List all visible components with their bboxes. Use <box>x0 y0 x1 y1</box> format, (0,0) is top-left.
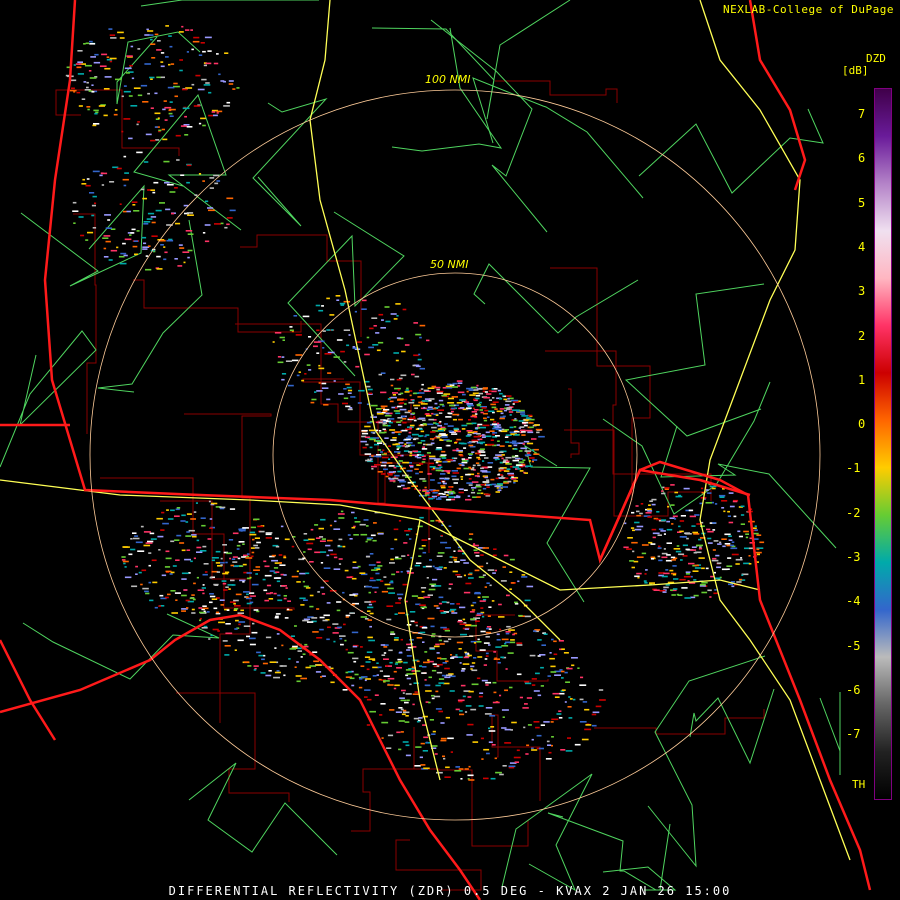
road-line <box>133 94 242 231</box>
range-ring-50 <box>272 272 638 638</box>
county-line <box>475 614 549 682</box>
legend-threshold-label: TH <box>852 778 866 791</box>
range-ring-100-label: 100 NMI <box>425 73 470 86</box>
product-footer: DIFFERENTIAL REFLECTIVITY (ZDR) 0.5 DEG … <box>168 884 732 898</box>
road-line <box>624 283 765 437</box>
road-line <box>391 27 503 152</box>
legend-tick: 4 <box>858 239 866 254</box>
county-line <box>594 709 765 735</box>
color-legend: DZD [dB] 7 6 5 4 3 2 1 0 -1 -2 -3 -4 -5 -6 -7 TH <box>842 52 900 812</box>
range-ring-50-label: 50 NMI <box>430 258 468 271</box>
road-line <box>638 108 824 194</box>
legend-tick: -7 <box>846 727 861 742</box>
legend-tick: 7 <box>858 107 866 121</box>
legend-tick: -5 <box>846 638 861 653</box>
state-borders <box>0 0 872 900</box>
credit-label: NEXLAB-College of DuPage <box>723 3 894 16</box>
road-line <box>22 613 220 680</box>
legend-tick: -6 <box>846 682 861 697</box>
county-line <box>73 213 97 434</box>
county-line <box>568 388 580 458</box>
legend-tick: -4 <box>846 594 861 609</box>
legend-tick: 0 <box>858 417 866 432</box>
road-line <box>647 655 766 868</box>
legend-product: DZD <box>866 52 886 65</box>
road-line <box>140 0 319 7</box>
road-line <box>524 444 591 603</box>
range-rings <box>89 89 821 821</box>
county-line <box>366 768 529 847</box>
range-ring-100 <box>89 89 821 821</box>
road-line <box>188 762 338 856</box>
legend-tick: 5 <box>858 195 866 210</box>
road-line <box>501 773 593 892</box>
legend-tick: -2 <box>846 505 861 520</box>
legend-tick: -3 <box>846 550 861 564</box>
highways <box>0 0 851 861</box>
radar-map: 100 NMI 50 NMI <box>0 0 872 900</box>
legend-tick: 2 <box>858 328 866 343</box>
road-line <box>660 425 837 549</box>
legend-unit: [dB] <box>842 64 869 77</box>
legend-tick: 1 <box>858 372 866 387</box>
road-line <box>547 812 657 891</box>
legend-tick: 3 <box>858 284 866 299</box>
road-line <box>0 330 97 468</box>
legend-color-bar <box>874 88 892 800</box>
road-line <box>371 0 571 120</box>
county-line <box>564 429 707 517</box>
legend-tick: -1 <box>846 461 861 476</box>
road-line <box>430 19 548 233</box>
legend-tick: 6 <box>858 151 866 166</box>
road-line <box>473 263 639 334</box>
county-line <box>495 80 618 103</box>
road-line <box>689 688 775 765</box>
